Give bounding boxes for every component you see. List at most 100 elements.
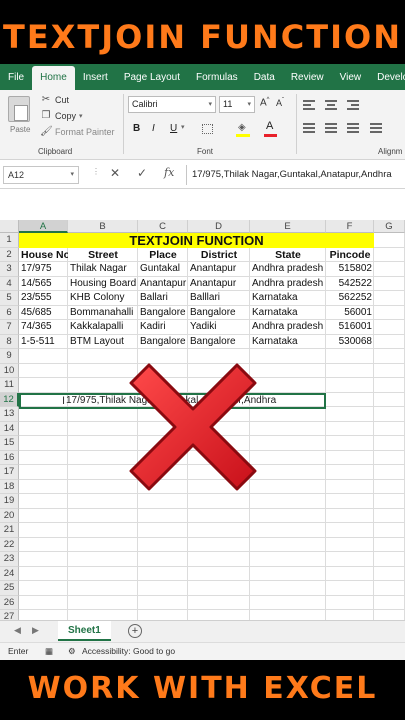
- row-header-13[interactable]: 13: [0, 407, 19, 422]
- row-header-3[interactable]: 3: [0, 262, 19, 277]
- table-header-cell[interactable]: Place: [138, 248, 188, 263]
- table-cell[interactable]: Karnataka: [250, 291, 326, 306]
- tab-data[interactable]: Data: [246, 66, 283, 90]
- row-header-17[interactable]: 17: [0, 465, 19, 480]
- table-cell[interactable]: 56001: [326, 306, 374, 321]
- row-header-11[interactable]: 11: [0, 378, 19, 393]
- tab-insert[interactable]: Insert: [75, 66, 116, 90]
- table-cell[interactable]: 1-5-511: [19, 335, 68, 350]
- table-cell[interactable]: Yadiki: [188, 320, 250, 335]
- tab-review[interactable]: Review: [283, 66, 332, 90]
- table-cell[interactable]: 562252: [326, 291, 374, 306]
- row-header-25[interactable]: 25: [0, 581, 19, 596]
- enter-icon[interactable]: ✓: [137, 166, 147, 180]
- table-cell[interactable]: 23/555: [19, 291, 68, 306]
- table-cell[interactable]: Bangalore: [138, 306, 188, 321]
- table-cell[interactable]: Bommanahalli: [68, 306, 138, 321]
- table-header-cell[interactable]: State: [250, 248, 326, 263]
- table-cell[interactable]: Ballari: [138, 291, 188, 306]
- table-cell[interactable]: Anantapur: [188, 262, 250, 277]
- formula-input[interactable]: 17/975,Thilak Nagar,Guntakal,Anatapur,An…: [192, 166, 392, 184]
- row-header-23[interactable]: 23: [0, 552, 19, 567]
- increase-font-icon[interactable]: A^: [260, 97, 270, 108]
- add-sheet-icon[interactable]: +: [128, 624, 142, 638]
- tab-page-layout[interactable]: Page Layout: [116, 66, 188, 90]
- tab-formulas[interactable]: Formulas: [188, 66, 246, 90]
- row-header-26[interactable]: 26: [0, 595, 19, 610]
- cut-button[interactable]: ✂ Cut: [40, 94, 69, 105]
- font-family-select[interactable]: Calibri ▾: [128, 96, 216, 113]
- cancel-icon[interactable]: ✕: [110, 166, 120, 180]
- row-header-12[interactable]: 12: [0, 392, 19, 407]
- select-all-corner[interactable]: [0, 220, 19, 233]
- row-header-19[interactable]: 19: [0, 494, 19, 509]
- row-header-9[interactable]: 9: [0, 349, 19, 364]
- table-cell[interactable]: 530068: [326, 335, 374, 350]
- table-header-cell[interactable]: House No: [19, 248, 68, 263]
- table-cell[interactable]: Kakkalapalli: [68, 320, 138, 335]
- table-cell[interactable]: 515802: [326, 262, 374, 277]
- row-header-2[interactable]: 2: [0, 247, 19, 262]
- table-cell[interactable]: Andhra pradesh: [250, 320, 326, 335]
- table-cell[interactable]: Karnataka: [250, 306, 326, 321]
- row-header-16[interactable]: 16: [0, 450, 19, 465]
- row-header-15[interactable]: 15: [0, 436, 19, 451]
- tab-home[interactable]: Home: [32, 66, 75, 90]
- column-header-b[interactable]: B: [68, 220, 138, 233]
- row-header-8[interactable]: 8: [0, 334, 19, 349]
- table-cell[interactable]: Guntakal: [138, 262, 188, 277]
- font-color-icon[interactable]: A: [266, 120, 273, 132]
- tab-file[interactable]: File: [0, 66, 32, 90]
- row-header-21[interactable]: 21: [0, 523, 19, 538]
- scroll-right-icon[interactable]: ▶: [32, 625, 39, 636]
- fx-icon[interactable]: fx: [164, 166, 174, 179]
- row-header-18[interactable]: 18: [0, 479, 19, 494]
- table-cell[interactable]: 17/975: [19, 262, 68, 277]
- row-header-7[interactable]: 7: [0, 320, 19, 335]
- table-cell[interactable]: 542522: [326, 277, 374, 292]
- table-cell[interactable]: 516001: [326, 320, 374, 335]
- column-header-g[interactable]: G: [374, 220, 405, 233]
- decrease-font-icon[interactable]: Aˇ: [276, 98, 284, 108]
- row-header-22[interactable]: 22: [0, 537, 19, 552]
- row-header-10[interactable]: 10: [0, 363, 19, 378]
- row-header-6[interactable]: 6: [0, 305, 19, 320]
- column-header-f[interactable]: F: [326, 220, 374, 233]
- table-cell[interactable]: Balllari: [188, 291, 250, 306]
- column-header-a[interactable]: A: [19, 220, 68, 233]
- macro-icon[interactable]: ▦: [45, 646, 53, 657]
- table-cell[interactable]: Anantapur: [188, 277, 250, 292]
- table-cell[interactable]: 45/685: [19, 306, 68, 321]
- tab-developer[interactable]: Develope: [369, 66, 405, 90]
- table-cell[interactable]: Andhra pradesh: [250, 277, 326, 292]
- row-header-1[interactable]: 1: [0, 233, 19, 248]
- row-header-5[interactable]: 5: [0, 291, 19, 306]
- table-cell[interactable]: Anantapur: [138, 277, 188, 292]
- table-cell[interactable]: KHB Colony: [68, 291, 138, 306]
- borders-icon[interactable]: [202, 124, 213, 134]
- table-header-cell[interactable]: Street: [68, 248, 138, 263]
- table-cell[interactable]: Andhra pradesh: [250, 262, 326, 277]
- row-header-24[interactable]: 24: [0, 566, 19, 581]
- table-cell[interactable]: Thilak Nagar: [68, 262, 138, 277]
- sheet-title[interactable]: TEXTJOIN FUNCTION: [19, 233, 374, 248]
- row-header-20[interactable]: 20: [0, 508, 19, 523]
- column-header-e[interactable]: E: [250, 220, 326, 233]
- paste-icon[interactable]: [8, 96, 30, 122]
- column-header-c[interactable]: C: [138, 220, 188, 233]
- sheet-tab-sheet1[interactable]: Sheet1: [58, 621, 111, 641]
- table-header-cell[interactable]: Pincode: [326, 248, 374, 263]
- accessibility-status[interactable]: Accessibility: Good to go: [82, 646, 175, 656]
- tab-view[interactable]: View: [332, 66, 370, 90]
- chevron-down-icon[interactable]: ▾: [181, 123, 185, 131]
- italic-button[interactable]: I: [152, 123, 155, 134]
- font-size-select[interactable]: 11 ▾: [219, 96, 255, 113]
- name-box[interactable]: A12 ▾: [3, 166, 79, 184]
- copy-button[interactable]: ❐ Copy ▾: [40, 110, 83, 121]
- format-painter-button[interactable]: 🖌 Format Painter: [40, 126, 115, 137]
- paste-button[interactable]: Paste: [10, 125, 30, 134]
- scroll-left-icon[interactable]: ◀: [14, 625, 21, 636]
- column-header-d[interactable]: D: [188, 220, 250, 233]
- table-cell[interactable]: Housing Board: [68, 277, 138, 292]
- row-header-4[interactable]: 4: [0, 276, 19, 291]
